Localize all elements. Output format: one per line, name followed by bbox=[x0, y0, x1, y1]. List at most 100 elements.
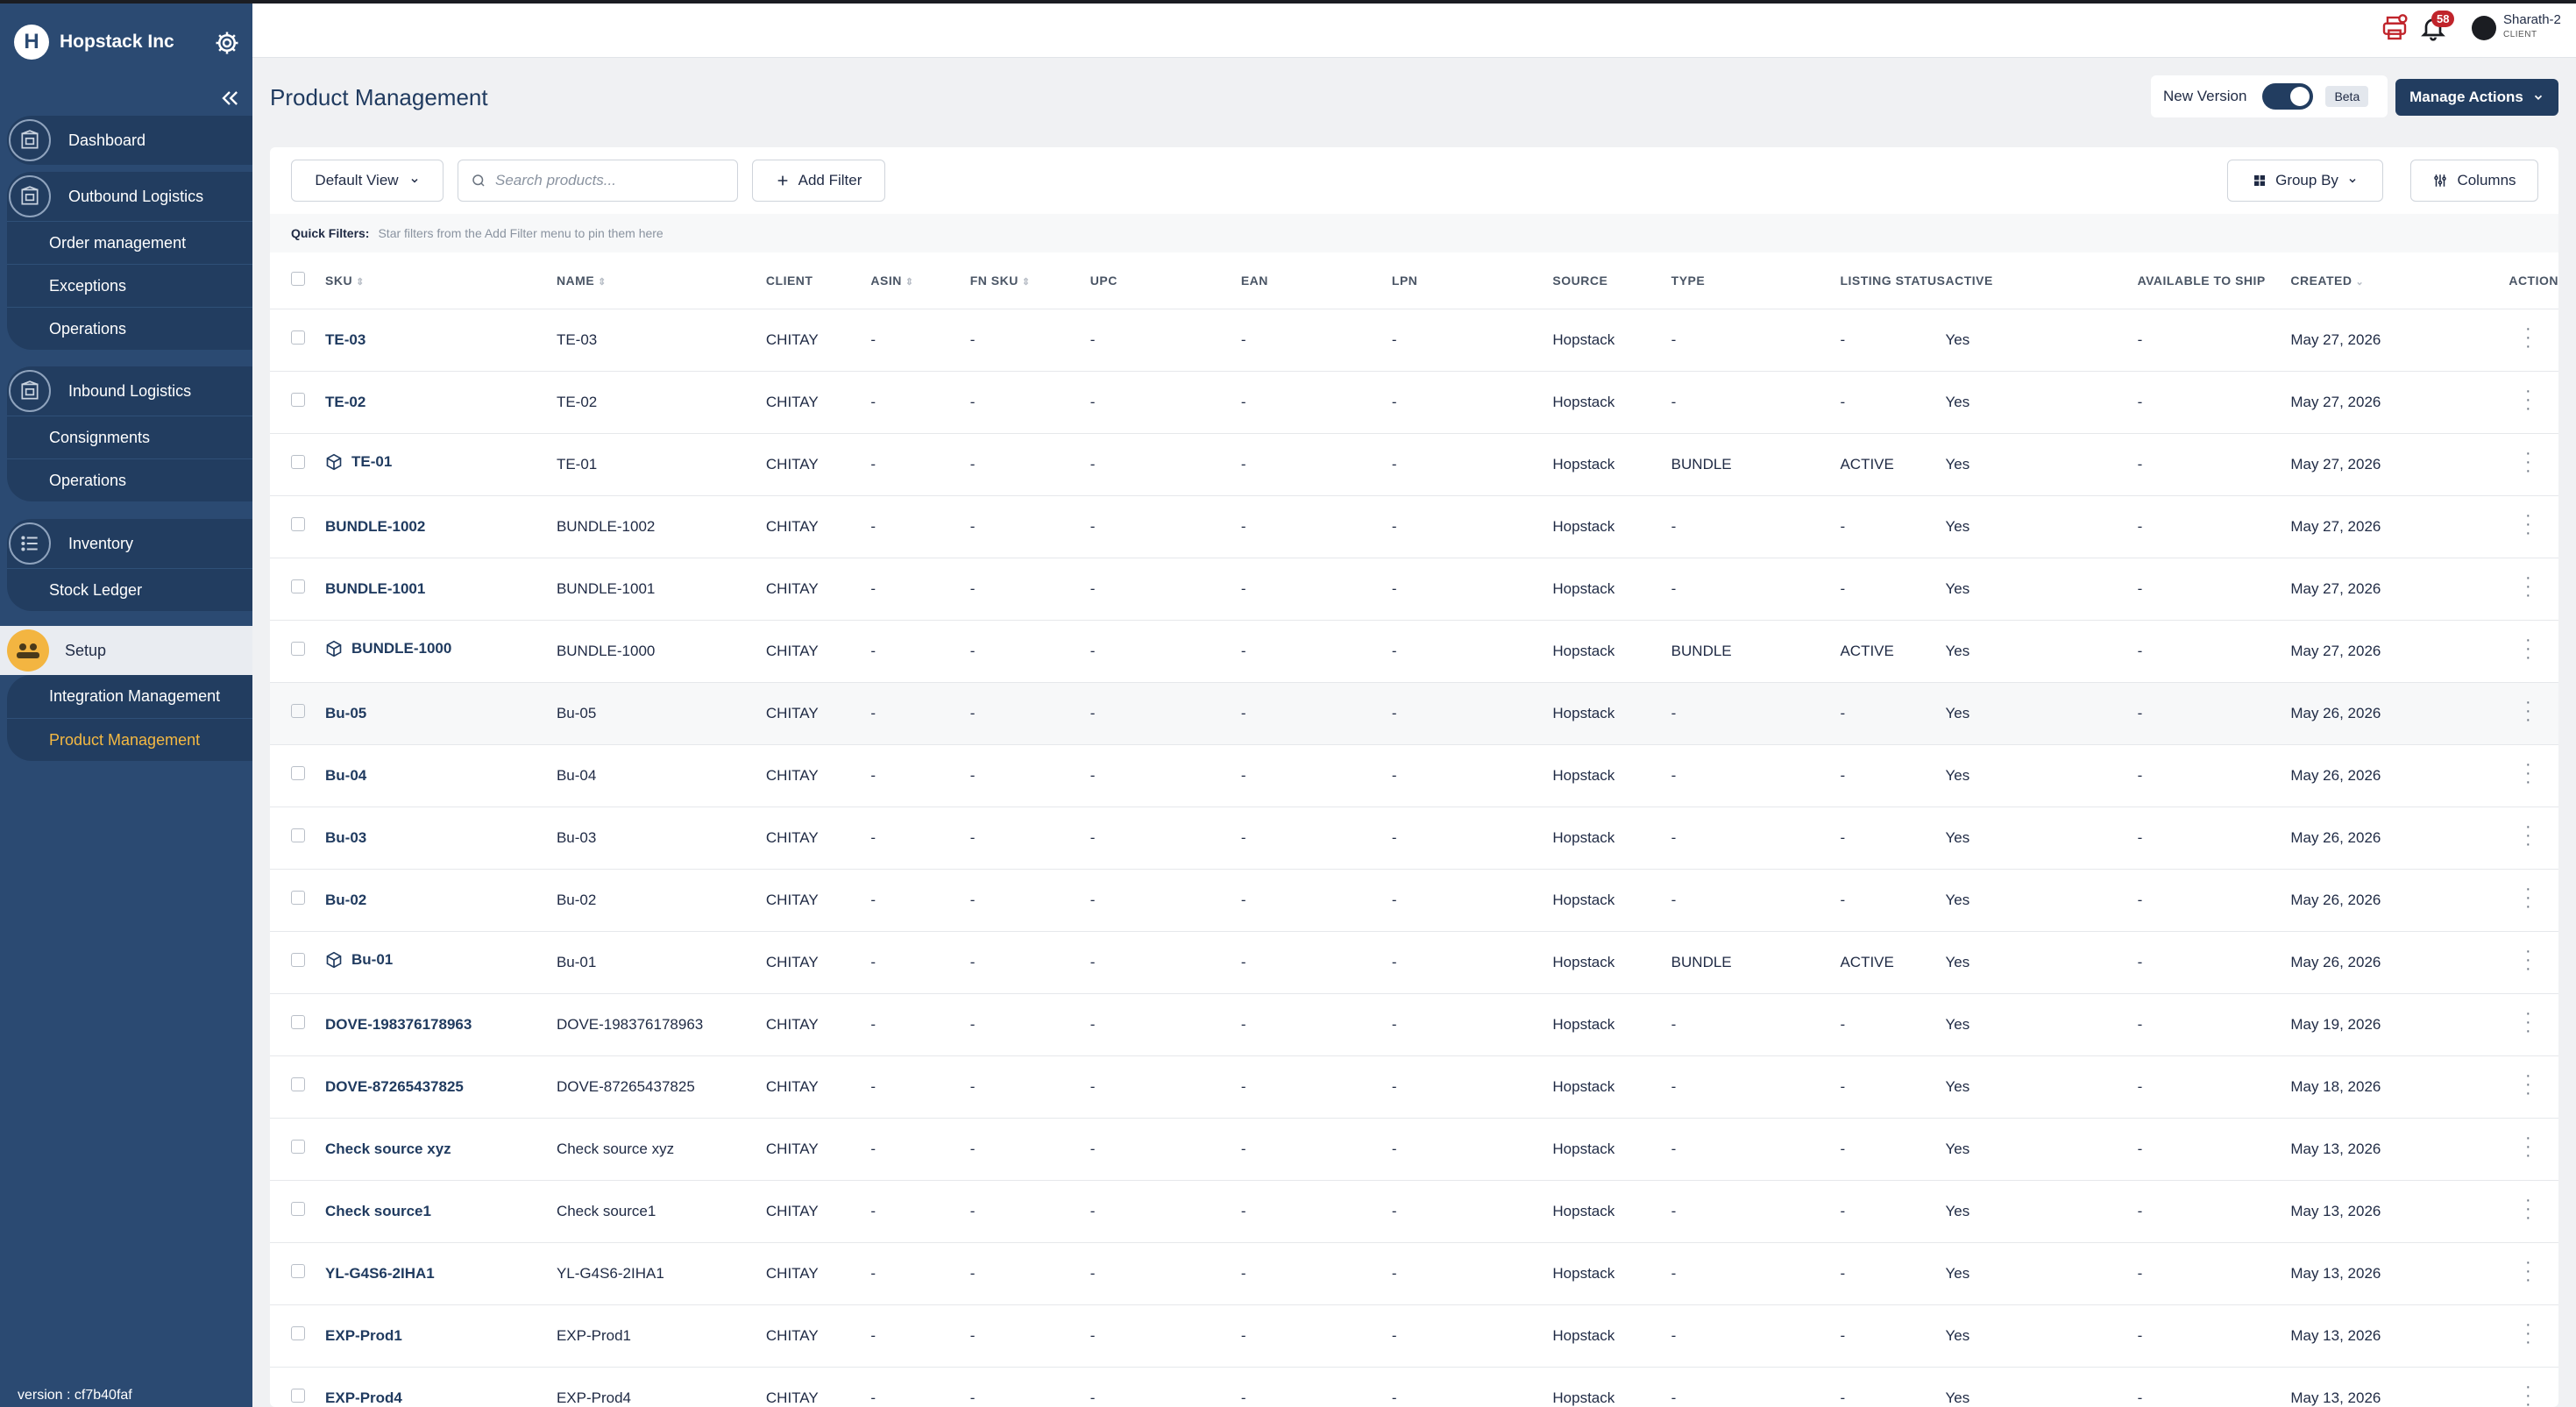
row-actions-kebab-icon[interactable]: · · · bbox=[2519, 1254, 2537, 1289]
row-actions-kebab-icon[interactable]: · · · bbox=[2519, 320, 2537, 355]
table-row[interactable]: DOVE-198376178963 DOVE-198376178963 CHITAY… bbox=[270, 993, 2558, 1055]
table-row[interactable]: Check source1 Check source1 CHITAY - - - - - Hop… bbox=[270, 1180, 2558, 1242]
sidebar-item-order-management[interactable]: Order management bbox=[7, 221, 252, 264]
row-checkbox[interactable] bbox=[291, 642, 305, 656]
sku-link[interactable]: Bu-02 bbox=[325, 892, 366, 909]
row-actions-kebab-icon[interactable]: · · · bbox=[2519, 818, 2537, 853]
user-name[interactable]: Sharath-2 bbox=[2503, 12, 2561, 27]
row-actions-kebab-icon[interactable]: · · · bbox=[2519, 631, 2537, 666]
brand[interactable]: H Hopstack Inc bbox=[14, 23, 174, 61]
table-row[interactable]: BUNDLE-1000 BUNDLE-1000 CHITAY - - - - - Hopstac… bbox=[270, 620, 2558, 682]
select-all-checkbox[interactable] bbox=[291, 272, 305, 287]
sidebar-item-product-management[interactable]: Product Management bbox=[7, 718, 252, 761]
row-actions-kebab-icon[interactable]: · · · bbox=[2519, 382, 2537, 417]
sidebar-item-integration-management[interactable]: Integration Management bbox=[7, 675, 252, 718]
sku-link[interactable]: EXP-Prod4 bbox=[325, 1389, 402, 1407]
row-checkbox[interactable] bbox=[291, 953, 305, 967]
table-row[interactable]: EXP-Prod1 EXP-Prod1 CHITAY - - - - - Hopstack - - Y… bbox=[270, 1304, 2558, 1367]
row-actions-kebab-icon[interactable]: · · · bbox=[2519, 1378, 2537, 1407]
row-actions-kebab-icon[interactable]: · · · bbox=[2519, 1129, 2537, 1164]
row-actions-kebab-icon[interactable]: · · · bbox=[2519, 507, 2537, 542]
sku-link[interactable]: Bu-03 bbox=[325, 829, 366, 847]
row-actions-kebab-icon[interactable]: · · · bbox=[2519, 880, 2537, 915]
sort-icon[interactable]: ⇕ bbox=[598, 277, 607, 288]
row-actions-kebab-icon[interactable]: · · · bbox=[2519, 1191, 2537, 1226]
columns-button[interactable]: Columns bbox=[2410, 160, 2538, 202]
sku-link[interactable]: TE-02 bbox=[325, 394, 365, 411]
sku-link[interactable]: Bu-01 bbox=[325, 951, 393, 969]
sku-link[interactable]: TE-01 bbox=[325, 453, 392, 471]
sidebar-item-outbound-operations[interactable]: Operations bbox=[7, 307, 252, 350]
sidebar-item-dashboard[interactable]: Dashboard bbox=[7, 116, 252, 165]
table-row[interactable]: BUNDLE-1002 BUNDLE-1002 CHITAY - - - - - Hopstac… bbox=[270, 495, 2558, 558]
sidebar-item-inbound-logistics[interactable]: Inbound Logistics bbox=[7, 366, 252, 416]
table-row[interactable]: EXP-Prod4 EXP-Prod4 CHITAY - - - - - Hopstack - - Y… bbox=[270, 1367, 2558, 1407]
table-row[interactable]: Bu-05 Bu-05 CHITAY - - - - - Hopstack - - Yes - May 2… bbox=[270, 682, 2558, 744]
table-row[interactable]: YL-G4S6-2IHA1 YL-G4S6-2IHA1 CHITAY - - - - - Hop… bbox=[270, 1242, 2558, 1304]
sidebar-item-stock-ledger[interactable]: Stock Ledger bbox=[7, 568, 252, 611]
row-actions-kebab-icon[interactable]: · · · bbox=[2519, 1005, 2537, 1040]
sort-icon[interactable]: ⇕ bbox=[356, 277, 365, 288]
row-checkbox[interactable] bbox=[291, 766, 305, 780]
table-row[interactable]: TE-02 TE-02 CHITAY - - - - - Hopstack - - Yes - May 2… bbox=[270, 371, 2558, 433]
table-row[interactable]: Bu-01 Bu-01 CHITAY - - - - - Hopstack BUNDLE ACTIV… bbox=[270, 931, 2558, 993]
row-checkbox[interactable] bbox=[291, 517, 305, 531]
row-checkbox[interactable] bbox=[291, 891, 305, 905]
row-checkbox[interactable] bbox=[291, 579, 305, 593]
table-row[interactable]: Bu-02 Bu-02 CHITAY - - - - - Hopstack - - Yes - May 2… bbox=[270, 869, 2558, 931]
column-header-name[interactable]: NAME ⇕ bbox=[556, 252, 766, 309]
table-row[interactable]: DOVE-87265437825 DOVE-87265437825 CHITAY - -… bbox=[270, 1055, 2558, 1118]
row-actions-kebab-icon[interactable]: · · · bbox=[2519, 444, 2537, 480]
column-header-fn-sku[interactable]: FN SKU ⇕ bbox=[969, 252, 1090, 309]
row-checkbox[interactable] bbox=[291, 1264, 305, 1278]
sku-link[interactable]: YL-G4S6-2IHA1 bbox=[325, 1265, 435, 1283]
table-row[interactable]: TE-03 TE-03 CHITAY - - - - - Hopstack - - Yes - May 2… bbox=[270, 309, 2558, 371]
row-checkbox[interactable] bbox=[291, 1077, 305, 1091]
row-checkbox[interactable] bbox=[291, 330, 305, 345]
sidebar-item-consignments[interactable]: Consignments bbox=[7, 416, 252, 458]
sidebar-item-exceptions[interactable]: Exceptions bbox=[7, 264, 252, 307]
search-input[interactable] bbox=[495, 172, 723, 189]
sidebar-item-outbound-logistics[interactable]: Outbound Logistics bbox=[7, 172, 252, 221]
column-header-asin[interactable]: ASIN ⇕ bbox=[870, 252, 970, 309]
sku-link[interactable]: Check source1 bbox=[325, 1203, 431, 1220]
printer-icon[interactable] bbox=[2381, 14, 2409, 42]
row-checkbox[interactable] bbox=[291, 393, 305, 407]
user-avatar-icon[interactable] bbox=[2472, 16, 2496, 40]
row-checkbox[interactable] bbox=[291, 828, 305, 842]
sku-link[interactable]: DOVE-198376178963 bbox=[325, 1016, 472, 1034]
row-checkbox[interactable] bbox=[291, 1389, 305, 1403]
add-filter-button[interactable]: Add Filter bbox=[752, 160, 885, 202]
row-checkbox[interactable] bbox=[291, 1015, 305, 1029]
table-row[interactable]: Check source xyz Check source xyz CHITAY - -… bbox=[270, 1118, 2558, 1180]
collapse-sidebar-icon[interactable] bbox=[217, 86, 242, 110]
row-checkbox[interactable] bbox=[291, 1326, 305, 1340]
table-row[interactable]: Bu-04 Bu-04 CHITAY - - - - - Hopstack - - Yes - May 2… bbox=[270, 744, 2558, 807]
sku-link[interactable]: BUNDLE-1000 bbox=[325, 640, 451, 657]
row-actions-kebab-icon[interactable]: · · · bbox=[2519, 693, 2537, 728]
group-by-button[interactable]: Group By bbox=[2227, 160, 2383, 202]
sku-link[interactable]: DOVE-87265437825 bbox=[325, 1078, 464, 1096]
table-row[interactable]: BUNDLE-1001 BUNDLE-1001 CHITAY - - - - - Hopstac… bbox=[270, 558, 2558, 620]
gear-icon[interactable] bbox=[214, 30, 240, 56]
manage-actions-button[interactable]: Manage Actions bbox=[2395, 79, 2558, 116]
row-actions-kebab-icon[interactable]: · · · bbox=[2519, 756, 2537, 791]
view-selector-button[interactable]: Default View bbox=[291, 160, 444, 202]
sort-icon[interactable]: ⇕ bbox=[905, 277, 914, 288]
sku-link[interactable]: Check source xyz bbox=[325, 1141, 451, 1158]
table-row[interactable]: Bu-03 Bu-03 CHITAY - - - - - Hopstack - - Yes - May 2… bbox=[270, 807, 2558, 869]
sidebar-item-inbound-operations[interactable]: Operations bbox=[7, 458, 252, 501]
sku-link[interactable]: Bu-04 bbox=[325, 767, 366, 785]
sku-link[interactable]: BUNDLE-1002 bbox=[325, 518, 425, 536]
sidebar-item-inventory[interactable]: Inventory bbox=[7, 519, 252, 568]
row-checkbox[interactable] bbox=[291, 1140, 305, 1154]
column-header-sku[interactable]: SKU ⇕ bbox=[325, 252, 557, 309]
row-checkbox[interactable] bbox=[291, 704, 305, 718]
sku-link[interactable]: EXP-Prod1 bbox=[325, 1327, 402, 1345]
row-checkbox[interactable] bbox=[291, 1202, 305, 1216]
sort-icon[interactable]: ⇕ bbox=[1022, 277, 1031, 288]
sku-link[interactable]: TE-03 bbox=[325, 331, 365, 349]
sku-link[interactable]: BUNDLE-1001 bbox=[325, 580, 425, 598]
row-actions-kebab-icon[interactable]: · · · bbox=[2519, 1067, 2537, 1102]
new-version-toggle[interactable] bbox=[2262, 83, 2314, 110]
